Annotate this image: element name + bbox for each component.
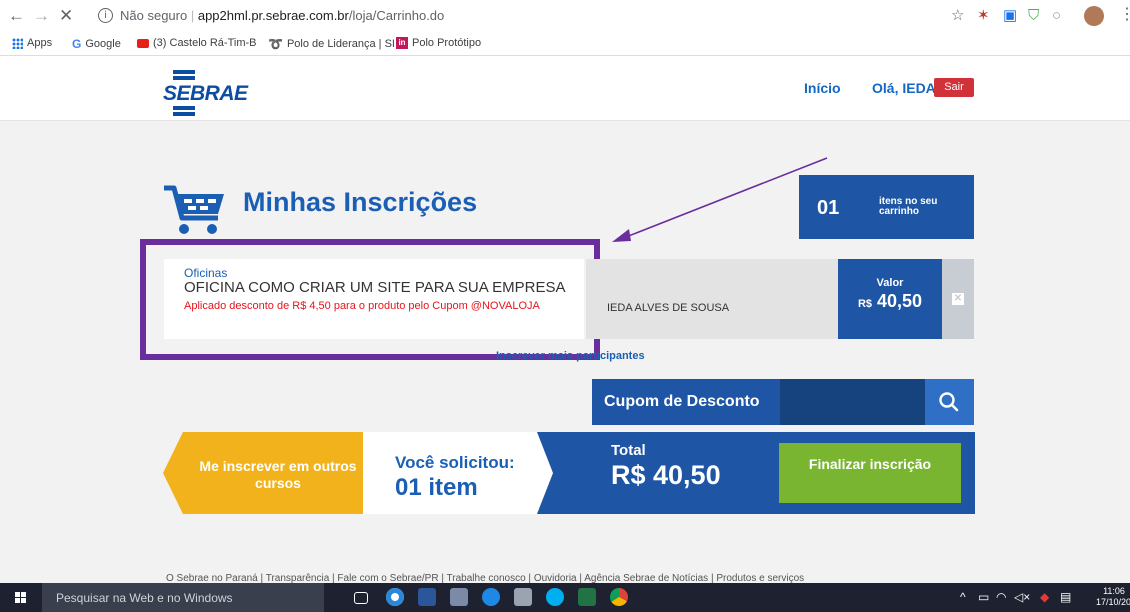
add-participants-link[interactable]: Inscrever mais participantes — [496, 350, 645, 362]
request-summary: Você solicitou: 01 item — [363, 432, 553, 514]
skype-icon[interactable] — [546, 588, 564, 606]
nav-home-link[interactable]: Início — [804, 80, 841, 96]
info-icon[interactable]: i — [98, 8, 113, 23]
value-amount: R$ 40,50 — [857, 291, 923, 311]
finalize-button[interactable]: Finalizar inscrição — [779, 443, 961, 503]
excel-icon[interactable] — [578, 588, 596, 606]
cart-count: 01 — [817, 197, 840, 219]
extension-pin-icon[interactable]: ✶ — [977, 7, 990, 25]
logo-bar — [173, 76, 195, 80]
coupon-label: Cupom de Desconto — [592, 379, 780, 425]
browser-toolbar: ← → ✕ i Não seguro | app2hml.pr.sebrae.c… — [0, 0, 1130, 33]
extension-circle-icon[interactable]: ○ — [1052, 7, 1061, 25]
url-path: /loja/Carrinho.do — [348, 8, 445, 23]
word-icon[interactable] — [418, 588, 436, 606]
taskbar-clock[interactable]: 11:06 17/10/2018 — [1096, 586, 1130, 608]
taskbar-search[interactable]: Pesquisar na Web e no Windows — [42, 583, 324, 612]
youtube-icon — [137, 38, 149, 48]
swirl-icon: ➰ — [268, 37, 283, 51]
tray-app-icon[interactable]: ◆ — [1040, 590, 1049, 604]
tray-volume-icon[interactable]: ◁× — [1014, 590, 1030, 604]
coupon-search-button[interactable] — [925, 379, 974, 425]
forward-arrow-icon[interactable]: → — [33, 6, 50, 26]
more-courses-label: Me inscrever em outros cursos — [199, 458, 357, 491]
participant-name: IEDA ALVES DE SOUSA — [607, 302, 730, 314]
shopping-cart-icon — [164, 185, 224, 234]
windows-taskbar: Pesquisar na Web e no Windows ^ ▭ ◠ ◁× ◆… — [0, 583, 1130, 612]
clock-date: 17/10/2018 — [1096, 597, 1130, 607]
requested-label: Você solicitou: — [395, 453, 515, 472]
chrome-icon[interactable] — [610, 588, 628, 606]
participant-cell: IEDA ALVES DE SOUSA — [586, 259, 838, 339]
stop-loading-icon[interactable]: ✕ — [59, 6, 73, 26]
start-button[interactable] — [0, 583, 42, 612]
windows-logo-icon — [15, 592, 26, 603]
task-view-icon[interactable] — [354, 592, 368, 604]
apps-grid-icon — [12, 37, 23, 49]
bookmarks-bar: Apps G Google (3) Castelo Rá-Tim-B ➰ Polo … — [0, 33, 1130, 56]
action-center-icon[interactable]: ▤ — [1060, 590, 1071, 604]
bookmark-apps[interactable]: Apps — [12, 37, 52, 49]
logo-bar — [173, 112, 195, 116]
user-greeting[interactable]: Olá, IEDA — [872, 80, 936, 96]
tray-network-icon[interactable]: ◠ — [996, 590, 1006, 604]
extension-window-icon[interactable]: ▣ — [1003, 7, 1017, 25]
google-icon: G — [72, 37, 82, 51]
internet-explorer-icon[interactable] — [482, 588, 500, 606]
address-bar[interactable]: Não seguro | app2hml.pr.sebrae.com.br/lo… — [120, 8, 444, 23]
item-value-box: Valor R$ 40,50 — [838, 259, 942, 339]
checkout-summary-bar: Me inscrever em outros cursos Você solic… — [163, 432, 975, 514]
close-icon: ✕ — [952, 293, 964, 305]
annotation-highlight-box — [140, 239, 600, 360]
coupon-input[interactable] — [780, 379, 925, 425]
url-host: app2hml.pr.sebrae.com.br — [197, 8, 349, 23]
logout-button[interactable]: Sair — [934, 78, 974, 97]
cortana-icon[interactable] — [386, 588, 404, 606]
profile-avatar[interactable] — [1084, 6, 1104, 26]
invision-icon: in — [396, 37, 408, 50]
total-amount: R$ 40,50 — [611, 460, 721, 490]
value-label: Valor — [876, 277, 904, 289]
bookmark-google[interactable]: G Google — [72, 37, 121, 51]
search-icon — [939, 392, 959, 412]
tray-battery-icon[interactable]: ▭ — [978, 590, 989, 604]
bookmark-youtube[interactable]: (3) Castelo Rá-Tim-B — [137, 37, 257, 49]
extension-shield-icon[interactable]: ⛉ — [1028, 7, 1039, 25]
bookmark-star-icon[interactable]: ☆ — [951, 7, 964, 25]
cart-count-label: itens no seu carrinho — [879, 196, 938, 217]
taskbar-search-placeholder: Pesquisar na Web e no Windows — [56, 591, 233, 605]
bookmark-polo-prototipo[interactable]: in Polo Protótipo — [396, 37, 481, 50]
total-label: Total — [611, 442, 646, 459]
tray-chevron-icon[interactable]: ^ — [960, 590, 966, 604]
clock-time: 11:06 — [1103, 586, 1125, 596]
requested-count: 01 item — [395, 474, 478, 501]
logo-bar — [173, 70, 195, 74]
browser-menu-icon[interactable]: ⋮ — [1119, 4, 1130, 24]
bookmark-polo-lideranca[interactable]: ➰ Polo de Liderança | SI — [268, 37, 395, 51]
back-arrow-icon[interactable]: ← — [8, 6, 25, 26]
security-label: Não seguro — [120, 8, 188, 23]
app-icon[interactable] — [514, 588, 532, 606]
logo-text: SEBRAE — [163, 82, 248, 105]
more-courses-button[interactable]: Me inscrever em outros cursos — [163, 432, 363, 514]
cart-count-box: 01 itens no seu carrinho — [799, 175, 974, 239]
paint-icon[interactable] — [450, 588, 468, 606]
logo-bar — [173, 106, 195, 110]
sebrae-logo[interactable]: SEBRAE — [163, 62, 248, 116]
remove-item-button[interactable]: ✕ — [942, 259, 974, 339]
page-title: Minhas Inscrições — [243, 187, 478, 217]
site-header: SEBRAE Início Olá, IEDA Sair — [0, 56, 1130, 121]
